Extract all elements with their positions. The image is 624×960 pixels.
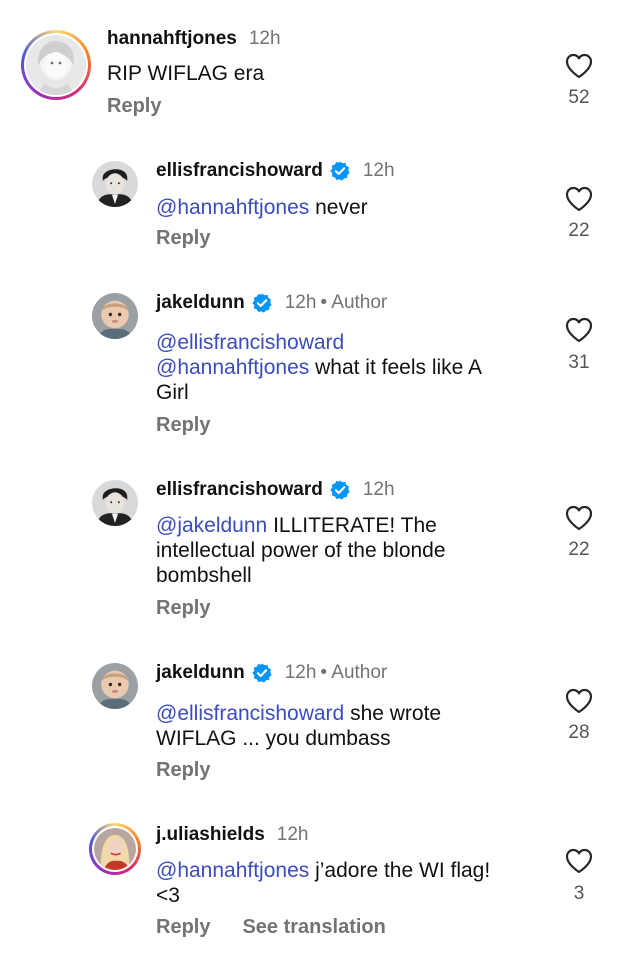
mention-link[interactable]: @ellisfrancishoward: [156, 702, 344, 725]
timestamp: 12h: [362, 479, 395, 500]
username[interactable]: ellisfrancishoward: [156, 479, 323, 501]
see-translation-button[interactable]: See translation: [242, 916, 385, 939]
comment-text: @hannahftjones j’adore the WI flag! <3: [156, 859, 491, 907]
heart-outline-icon[interactable]: [565, 186, 593, 212]
heart-outline-icon[interactable]: [565, 53, 593, 79]
timestamp: 12h: [248, 28, 281, 49]
username[interactable]: jakeldunn: [156, 662, 245, 684]
heart-outline-icon[interactable]: [565, 848, 593, 874]
comment-text: RIP WIFLAG era: [107, 62, 265, 85]
avatar[interactable]: [92, 480, 138, 526]
verified-badge-icon: [329, 479, 351, 501]
comment-text: @hannahftjones never: [156, 196, 368, 219]
like-count: 31: [568, 352, 590, 373]
heart-outline-icon[interactable]: [565, 688, 593, 714]
reply-button[interactable]: Reply: [156, 597, 210, 620]
username[interactable]: hannahftjones: [107, 28, 237, 50]
timestamp: 12h: [362, 160, 395, 181]
like-count: 3: [573, 883, 585, 904]
username[interactable]: ellisfrancishoward: [156, 160, 323, 182]
mention-link[interactable]: @hannahftjones: [156, 859, 309, 882]
reply-button[interactable]: Reply: [156, 759, 210, 782]
heart-outline-icon[interactable]: [565, 505, 593, 531]
mention-link[interactable]: @jakeldunn: [156, 514, 267, 537]
avatar-image: [92, 293, 138, 339]
avatar[interactable]: [92, 663, 138, 709]
avatar-image: [92, 161, 138, 207]
avatar-image: [92, 663, 138, 709]
reply-button[interactable]: Reply: [107, 95, 161, 118]
avatar-image: [92, 480, 138, 526]
reply-button[interactable]: Reply: [156, 227, 210, 250]
like-count: 52: [568, 87, 590, 108]
mention-link[interactable]: @ellisfrancishoward: [156, 331, 344, 354]
avatar[interactable]: [89, 823, 141, 875]
reply-button[interactable]: Reply: [156, 414, 210, 437]
author-label: • Author: [320, 292, 388, 313]
like-count: 28: [568, 722, 590, 743]
avatar[interactable]: [92, 293, 138, 339]
avatar[interactable]: [92, 161, 138, 207]
heart-outline-icon[interactable]: [565, 317, 593, 343]
timestamp: 12h: [284, 662, 317, 683]
avatar-image: [26, 35, 86, 95]
mention-link[interactable]: @hannahftjones: [156, 196, 309, 219]
timestamp: 12h: [284, 292, 317, 313]
username[interactable]: jakeldunn: [156, 292, 245, 314]
reply-button[interactable]: Reply: [156, 916, 210, 939]
avatar-image: [94, 828, 136, 870]
verified-badge-icon: [251, 662, 273, 684]
verified-badge-icon: [251, 292, 273, 314]
comment-text: @ellisfrancishoward she wrote WIFLAG ...…: [156, 702, 442, 750]
like-count: 22: [568, 539, 590, 560]
mention-link[interactable]: @hannahftjones: [156, 356, 309, 379]
verified-badge-icon: [329, 160, 351, 182]
username[interactable]: j.uliashields: [156, 824, 265, 846]
timestamp: 12h: [276, 824, 309, 845]
comment-text: @jakeldunn ILLITERATE! The intellectual …: [156, 514, 446, 587]
like-count: 22: [568, 220, 590, 241]
author-label: • Author: [320, 662, 388, 683]
avatar[interactable]: [21, 30, 91, 100]
comment-text: @ellisfrancishoward @hannahftjones what …: [156, 331, 483, 404]
